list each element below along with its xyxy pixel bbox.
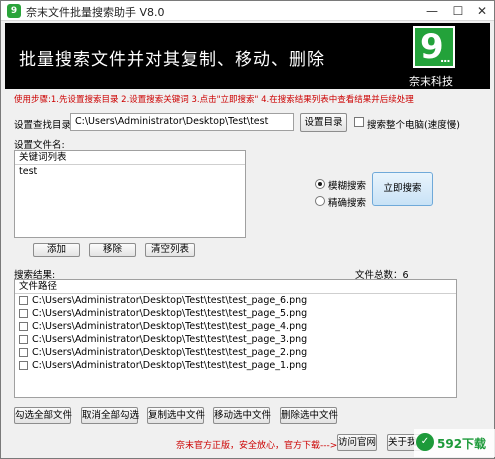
set-directory-button[interactable]: 设置目录 — [300, 113, 347, 132]
deselect-all-button[interactable]: 取消全部勾选 — [81, 407, 139, 424]
exact-search-label: 精确搜索 — [328, 198, 367, 209]
watermark-text: 592下载 — [437, 437, 487, 451]
search-dir-input[interactable]: C:\Users\Administrator\Desktop\Test\test — [70, 113, 294, 131]
filename-label: 设置文件名: — [14, 140, 65, 151]
logo-dots: ... — [440, 52, 451, 65]
result-checkbox[interactable] — [19, 335, 28, 344]
app-window: 9 奈末文件批量搜索助手 V8.0 — ☐ ✕ 批量搜索文件并对其复制、移动、删… — [0, 0, 495, 459]
visit-website-button[interactable]: 访问官网 — [337, 434, 377, 451]
keyword-list[interactable]: 关键词列表 test — [14, 150, 246, 238]
keyword-list-header: 关键词列表 — [15, 151, 245, 165]
move-selected-button[interactable]: 移动选中文件 — [213, 407, 271, 424]
result-row[interactable]: C:\Users\Administrator\Desktop\Test\test… — [15, 359, 456, 372]
result-path: C:\Users\Administrator\Desktop\Test\test… — [32, 321, 308, 332]
usage-steps: 使用步骤:1.先设置搜索目录 2.设置搜索关键词 3.点击"立即搜索" 4.在搜… — [14, 95, 414, 105]
result-path: C:\Users\Administrator\Desktop\Test\test… — [32, 334, 308, 345]
watermark: ✓ 592下载 — [414, 429, 495, 457]
maximize-button[interactable]: ☐ — [445, 1, 471, 21]
result-path: C:\Users\Administrator\Desktop\Test\test… — [32, 360, 308, 371]
title-bar: 9 奈末文件批量搜索助手 V8.0 — ☐ ✕ — [1, 1, 494, 21]
result-checkbox[interactable] — [19, 309, 28, 318]
minimize-button[interactable]: — — [419, 1, 445, 21]
banner-title: 批量搜索文件并对其复制、移动、删除 — [19, 50, 325, 70]
results-list[interactable]: 文件路径 C:\Users\Administrator\Desktop\Test… — [14, 279, 457, 398]
result-checkbox[interactable] — [19, 296, 28, 305]
result-row[interactable]: C:\Users\Administrator\Desktop\Test\test… — [15, 307, 456, 320]
watermark-icon: ✓ — [416, 433, 434, 451]
company-name: 奈末科技 — [409, 75, 453, 88]
keyword-item[interactable]: test — [15, 165, 245, 178]
result-row[interactable]: C:\Users\Administrator\Desktop\Test\test… — [15, 333, 456, 346]
window-title: 奈末文件批量搜索助手 V8.0 — [26, 6, 165, 19]
fuzzy-search-radio[interactable] — [315, 179, 325, 189]
delete-selected-button[interactable]: 删除选中文件 — [280, 407, 338, 424]
result-checkbox[interactable] — [19, 348, 28, 357]
whole-pc-checkbox[interactable] — [354, 117, 364, 127]
result-path: C:\Users\Administrator\Desktop\Test\test… — [32, 308, 308, 319]
result-path: C:\Users\Administrator\Desktop\Test\test… — [32, 347, 308, 358]
result-checkbox[interactable] — [19, 322, 28, 331]
app-icon: 9 — [7, 4, 21, 18]
exact-search-radio[interactable] — [315, 196, 325, 206]
add-keyword-button[interactable]: 添加 — [33, 243, 80, 257]
result-path: C:\Users\Administrator\Desktop\Test\test… — [32, 295, 308, 306]
fuzzy-search-label: 模糊搜索 — [328, 181, 367, 192]
result-checkbox[interactable] — [19, 361, 28, 370]
close-button[interactable]: ✕ — [469, 1, 495, 21]
remove-keyword-button[interactable]: 移除 — [89, 243, 136, 257]
whole-pc-label: 搜索整个电脑(速度慢) — [367, 120, 460, 131]
footer-notice: 奈末官方正版，安全放心，官方下载---> — [176, 441, 338, 451]
banner: 批量搜索文件并对其复制、移动、删除 9 ... 奈末科技 — [5, 23, 490, 89]
search-now-button[interactable]: 立即搜索 — [372, 172, 433, 206]
result-row[interactable]: C:\Users\Administrator\Desktop\Test\test… — [15, 320, 456, 333]
result-row[interactable]: C:\Users\Administrator\Desktop\Test\test… — [15, 346, 456, 359]
select-all-button[interactable]: 勾选全部文件 — [14, 407, 72, 424]
results-header: 文件路径 — [15, 280, 456, 294]
result-row[interactable]: C:\Users\Administrator\Desktop\Test\test… — [15, 294, 456, 307]
search-dir-label: 设置查找目录: — [14, 120, 75, 131]
copy-selected-button[interactable]: 复制选中文件 — [147, 407, 205, 424]
clear-list-button[interactable]: 清空列表 — [145, 243, 195, 257]
company-logo: 9 ... — [413, 26, 455, 68]
